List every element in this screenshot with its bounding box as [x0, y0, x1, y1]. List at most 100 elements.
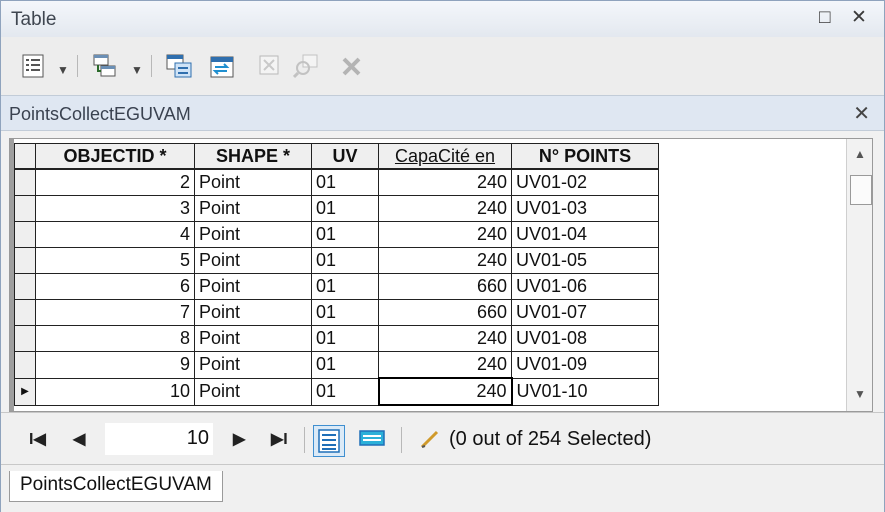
cell-capacite[interactable]: 660: [378, 299, 512, 326]
table-options-icon[interactable]: [21, 53, 47, 79]
next-record-icon[interactable]: ▶: [233, 429, 245, 449]
cell-n-points[interactable]: UV01-04: [511, 221, 659, 248]
row-selector[interactable]: [14, 351, 36, 379]
cell-n-points[interactable]: UV01-09: [511, 351, 659, 379]
clear-selection-icon[interactable]: [257, 53, 283, 79]
cell-shape[interactable]: Point: [194, 299, 312, 326]
table-tab-title: PointsCollectEGUVAM: [9, 104, 191, 124]
show-selected-records-button[interactable]: [357, 425, 387, 455]
cell-n-points[interactable]: UV01-10: [511, 377, 659, 406]
row-selector[interactable]: [14, 273, 36, 300]
table-row[interactable]: 3 Point 01 240 UV01-03: [14, 195, 659, 222]
column-header-n-points[interactable]: N° POINTS: [511, 143, 659, 170]
cell-objectid[interactable]: 9: [35, 351, 195, 379]
table-row-current[interactable]: ▶ 10 Point 01 240 UV01-10: [14, 377, 659, 406]
row-selector-current[interactable]: ▶: [14, 377, 36, 406]
cell-capacite[interactable]: 240: [378, 221, 512, 248]
cell-objectid[interactable]: 10: [35, 377, 195, 406]
cell-capacite-active[interactable]: 240: [377, 377, 513, 406]
cell-uv[interactable]: 01: [311, 299, 379, 326]
show-all-records-icon: [318, 429, 340, 453]
select-by-attributes-icon[interactable]: [165, 53, 195, 79]
table-row[interactable]: 4 Point 01 240 UV01-04: [14, 221, 659, 248]
cell-shape[interactable]: Point: [194, 325, 312, 352]
row-selector[interactable]: [14, 195, 36, 222]
related-tables-icon[interactable]: [91, 53, 121, 79]
scroll-thumb[interactable]: [850, 175, 872, 205]
table-tab-close-icon[interactable]: ✕: [853, 101, 870, 126]
cell-n-points[interactable]: UV01-08: [511, 325, 659, 352]
cell-objectid[interactable]: 8: [35, 325, 195, 352]
cell-capacite[interactable]: 240: [378, 351, 512, 379]
cell-n-points[interactable]: UV01-02: [511, 168, 659, 196]
show-all-records-button[interactable]: [313, 425, 345, 457]
cell-objectid[interactable]: 2: [35, 168, 195, 196]
column-header-capacite[interactable]: CapaCité en: [378, 143, 512, 170]
cell-uv[interactable]: 01: [311, 168, 379, 196]
scroll-down-icon[interactable]: ▼: [854, 387, 866, 401]
row-selector-header[interactable]: [14, 143, 36, 170]
first-record-icon[interactable]: I◀: [29, 429, 46, 449]
column-header-shape[interactable]: SHAPE *: [194, 143, 312, 170]
cell-objectid[interactable]: 4: [35, 221, 195, 248]
cell-shape[interactable]: Point: [194, 273, 312, 300]
column-header-objectid[interactable]: OBJECTID *: [35, 143, 195, 170]
column-header-uv[interactable]: UV: [311, 143, 379, 170]
related-tables-dropdown-icon[interactable]: ▼: [131, 63, 143, 77]
restore-icon[interactable]: □: [819, 7, 830, 29]
cell-objectid[interactable]: 7: [35, 299, 195, 326]
table-row[interactable]: 8 Point 01 240 UV01-08: [14, 325, 659, 352]
table-row[interactable]: 7 Point 01 660 UV01-07: [14, 299, 659, 326]
title-bar[interactable]: Table □ ✕: [1, 1, 884, 37]
cell-capacite[interactable]: 240: [378, 325, 512, 352]
last-record-icon[interactable]: ▶I: [271, 429, 288, 449]
cell-capacite[interactable]: 240: [378, 195, 512, 222]
row-selector[interactable]: [14, 325, 36, 352]
cell-uv[interactable]: 01: [311, 351, 379, 379]
cell-shape[interactable]: Point: [194, 221, 312, 248]
record-number-value[interactable]: 10: [105, 427, 209, 450]
cell-capacite[interactable]: 240: [378, 168, 512, 196]
switch-selection-icon[interactable]: [209, 53, 239, 79]
previous-record-icon[interactable]: ◀: [73, 429, 85, 449]
cell-uv[interactable]: 01: [311, 377, 379, 406]
cell-n-points[interactable]: UV01-06: [511, 273, 659, 300]
row-selector[interactable]: [14, 299, 36, 326]
vertical-scrollbar[interactable]: ▲ ▼: [846, 139, 872, 411]
row-selector[interactable]: [14, 247, 36, 274]
table-options-dropdown-icon[interactable]: ▼: [57, 63, 69, 77]
navbar-separator: [304, 427, 305, 453]
window-close-icon[interactable]: ✕: [851, 7, 867, 29]
record-navigation-bar: I◀ ◀ 10 ▶ ▶I (0 out of 254 Selected): [1, 412, 884, 465]
cell-capacite[interactable]: 660: [378, 273, 512, 300]
scroll-up-icon[interactable]: ▲: [854, 147, 866, 161]
cell-uv[interactable]: 01: [311, 273, 379, 300]
cell-objectid[interactable]: 5: [35, 247, 195, 274]
cell-n-points[interactable]: UV01-05: [511, 247, 659, 274]
cell-uv[interactable]: 01: [311, 195, 379, 222]
table-row[interactable]: 6 Point 01 660 UV01-06: [14, 273, 659, 300]
cell-shape[interactable]: Point: [194, 351, 312, 379]
table-row[interactable]: 5 Point 01 240 UV01-05: [14, 247, 659, 274]
cell-shape[interactable]: Point: [194, 247, 312, 274]
cell-n-points[interactable]: UV01-03: [511, 195, 659, 222]
table-row[interactable]: 2 Point 01 240 UV01-02: [14, 168, 659, 196]
cell-uv[interactable]: 01: [311, 221, 379, 248]
cell-shape[interactable]: Point: [194, 195, 312, 222]
cell-objectid[interactable]: 3: [35, 195, 195, 222]
row-selector[interactable]: [14, 221, 36, 248]
cell-objectid[interactable]: 6: [35, 273, 195, 300]
cell-capacite[interactable]: 240: [378, 247, 512, 274]
cell-uv[interactable]: 01: [311, 247, 379, 274]
cell-shape[interactable]: Point: [194, 168, 312, 196]
delete-selected-icon[interactable]: [339, 53, 365, 79]
cell-n-points[interactable]: UV01-07: [511, 299, 659, 326]
attribute-grid[interactable]: OBJECTID * SHAPE * UV CapaCité en N° POI…: [9, 138, 873, 412]
cell-shape[interactable]: Point: [194, 377, 312, 406]
cell-uv[interactable]: 01: [311, 325, 379, 352]
zoom-to-selected-icon[interactable]: [293, 53, 321, 79]
row-selector[interactable]: [14, 168, 36, 196]
tab-pointscollectEGUVAM[interactable]: PointsCollectEGUVAM: [9, 471, 223, 502]
pencil-icon: [420, 430, 439, 449]
table-row[interactable]: 9 Point 01 240 UV01-09: [14, 351, 659, 379]
